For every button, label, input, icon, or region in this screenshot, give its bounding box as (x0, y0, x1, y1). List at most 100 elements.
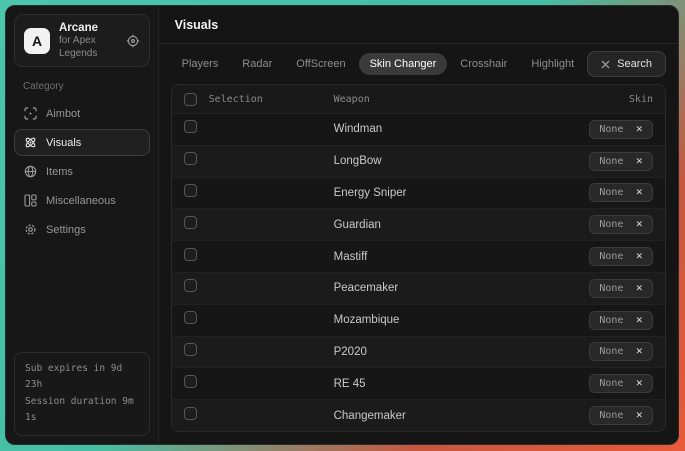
sidebar-item-label: Items (46, 166, 73, 178)
clear-skin-icon[interactable]: ✕ (635, 316, 643, 325)
table-row[interactable]: Guardian None ✕ (172, 208, 665, 240)
skin-badge[interactable]: None ✕ (589, 279, 653, 298)
search-button[interactable]: Search (587, 51, 666, 77)
clear-skin-icon[interactable]: ✕ (635, 252, 643, 261)
row-checkbox[interactable] (184, 343, 197, 356)
sidebar: A Arcane for Apex Legends Category (6, 6, 158, 444)
skin-value: None (599, 378, 623, 389)
table-row[interactable]: LongBow None ✕ (172, 145, 665, 177)
app-window: A Arcane for Apex Legends Category (5, 5, 679, 445)
tab-skin-changer[interactable]: Skin Changer (359, 53, 448, 75)
table-row[interactable]: Mastiff None ✕ (172, 240, 665, 272)
sub-expiry-text: Sub expires in 9d 23h (25, 361, 139, 394)
sidebar-item-miscellaneous[interactable]: Miscellaneous (14, 187, 150, 214)
select-all-checkbox[interactable] (184, 93, 197, 106)
skin-badge[interactable]: None ✕ (589, 215, 653, 234)
crosshair-scan-icon (24, 107, 37, 120)
clear-skin-icon[interactable]: ✕ (635, 284, 643, 293)
search-icon (601, 60, 610, 69)
row-checkbox[interactable] (184, 407, 197, 420)
sidebar-item-label: Visuals (46, 137, 81, 149)
main-header: Visuals (159, 6, 678, 44)
weapon-name: Mastiff (334, 251, 590, 263)
column-weapon: Weapon (334, 94, 629, 105)
skin-value: None (599, 219, 623, 230)
brand-subtitle: for Apex Legends (59, 35, 117, 60)
row-checkbox[interactable] (184, 216, 197, 229)
skin-badge[interactable]: None ✕ (589, 152, 653, 171)
skin-badge[interactable]: None ✕ (589, 247, 653, 266)
table-row[interactable]: Windman None ✕ (172, 113, 665, 145)
sidebar-item-settings[interactable]: Settings (14, 216, 150, 243)
tab-radar[interactable]: Radar (231, 53, 283, 75)
sidebar-item-label: Settings (46, 224, 86, 236)
clear-skin-icon[interactable]: ✕ (635, 220, 643, 229)
sidebar-item-items[interactable]: Items (14, 158, 150, 185)
sidebar-item-aimbot[interactable]: Aimbot (14, 100, 150, 127)
table-row[interactable]: Energy Sniper None ✕ (172, 177, 665, 209)
weapon-name: Changemaker (334, 410, 590, 422)
clear-skin-icon[interactable]: ✕ (635, 188, 643, 197)
skin-badge[interactable]: None ✕ (589, 120, 653, 139)
table-row[interactable]: Peacemaker None ✕ (172, 272, 665, 304)
weapon-name: Energy Sniper (334, 187, 590, 199)
clear-skin-icon[interactable]: ✕ (635, 347, 643, 356)
table-row[interactable]: RE 45 None ✕ (172, 367, 665, 399)
search-button-label: Search (617, 58, 652, 70)
row-checkbox[interactable] (184, 279, 197, 292)
brand-logo: A (24, 28, 50, 54)
table-header: Selection Weapon Skin (172, 85, 665, 113)
clear-skin-icon[interactable]: ✕ (635, 379, 643, 388)
row-checkbox[interactable] (184, 184, 197, 197)
row-checkbox[interactable] (184, 375, 197, 388)
skin-value: None (599, 410, 623, 421)
row-checkbox[interactable] (184, 311, 197, 324)
session-card: Sub expires in 9d 23h Session duration 9… (14, 352, 150, 437)
table-row[interactable]: P2020 None ✕ (172, 336, 665, 368)
table-row[interactable]: Changemaker None ✕ (172, 399, 665, 431)
skin-badge[interactable]: None ✕ (589, 342, 653, 361)
skin-value: None (599, 187, 623, 198)
table-row[interactable]: Mozambique None ✕ (172, 304, 665, 336)
clear-skin-icon[interactable]: ✕ (635, 157, 643, 166)
skin-badge[interactable]: None ✕ (589, 311, 653, 330)
eye-orbit-icon (24, 136, 37, 149)
brand-title: Arcane (59, 21, 117, 35)
row-checkbox[interactable] (184, 152, 197, 165)
clear-skin-icon[interactable]: ✕ (635, 411, 643, 420)
skin-value: None (599, 156, 623, 167)
tab-highlight[interactable]: Highlight (520, 53, 585, 75)
skin-badge[interactable]: None ✕ (589, 374, 653, 393)
target-icon[interactable] (126, 34, 140, 48)
weapon-name: Windman (334, 123, 590, 135)
weapon-name: Peacemaker (334, 282, 590, 294)
tab-crosshair[interactable]: Crosshair (449, 53, 518, 75)
skin-table: Selection Weapon Skin Windman None ✕ Lon… (171, 84, 666, 432)
column-skin: Skin (629, 94, 653, 105)
sidebar-item-label: Miscellaneous (46, 195, 116, 207)
skin-value: None (599, 346, 623, 357)
weapon-name: LongBow (334, 155, 590, 167)
skin-badge[interactable]: None ✕ (589, 406, 653, 425)
sidebar-item-visuals[interactable]: Visuals (14, 129, 150, 156)
tab-offscreen[interactable]: OffScreen (285, 53, 356, 75)
skin-value: None (599, 283, 623, 294)
tab-bar: Players Radar OffScreen Skin Changer Cro… (159, 44, 678, 83)
sidebar-item-label: Aimbot (46, 108, 80, 120)
clear-skin-icon[interactable]: ✕ (635, 125, 643, 134)
skin-value: None (599, 124, 623, 135)
row-checkbox[interactable] (184, 248, 197, 261)
skin-value: None (599, 315, 623, 326)
skin-badge[interactable]: None ✕ (589, 183, 653, 202)
column-selection: Selection (209, 94, 263, 105)
weapon-name: Guardian (334, 219, 590, 231)
main-panel: Visuals Players Radar OffScreen Skin Cha… (158, 6, 678, 444)
weapon-name: Mozambique (334, 314, 590, 326)
gear-icon (24, 223, 37, 236)
sphere-icon (24, 165, 37, 178)
skin-value: None (599, 251, 623, 262)
weapon-name: RE 45 (334, 378, 590, 390)
weapon-name: P2020 (334, 346, 590, 358)
row-checkbox[interactable] (184, 120, 197, 133)
tab-players[interactable]: Players (171, 53, 230, 75)
